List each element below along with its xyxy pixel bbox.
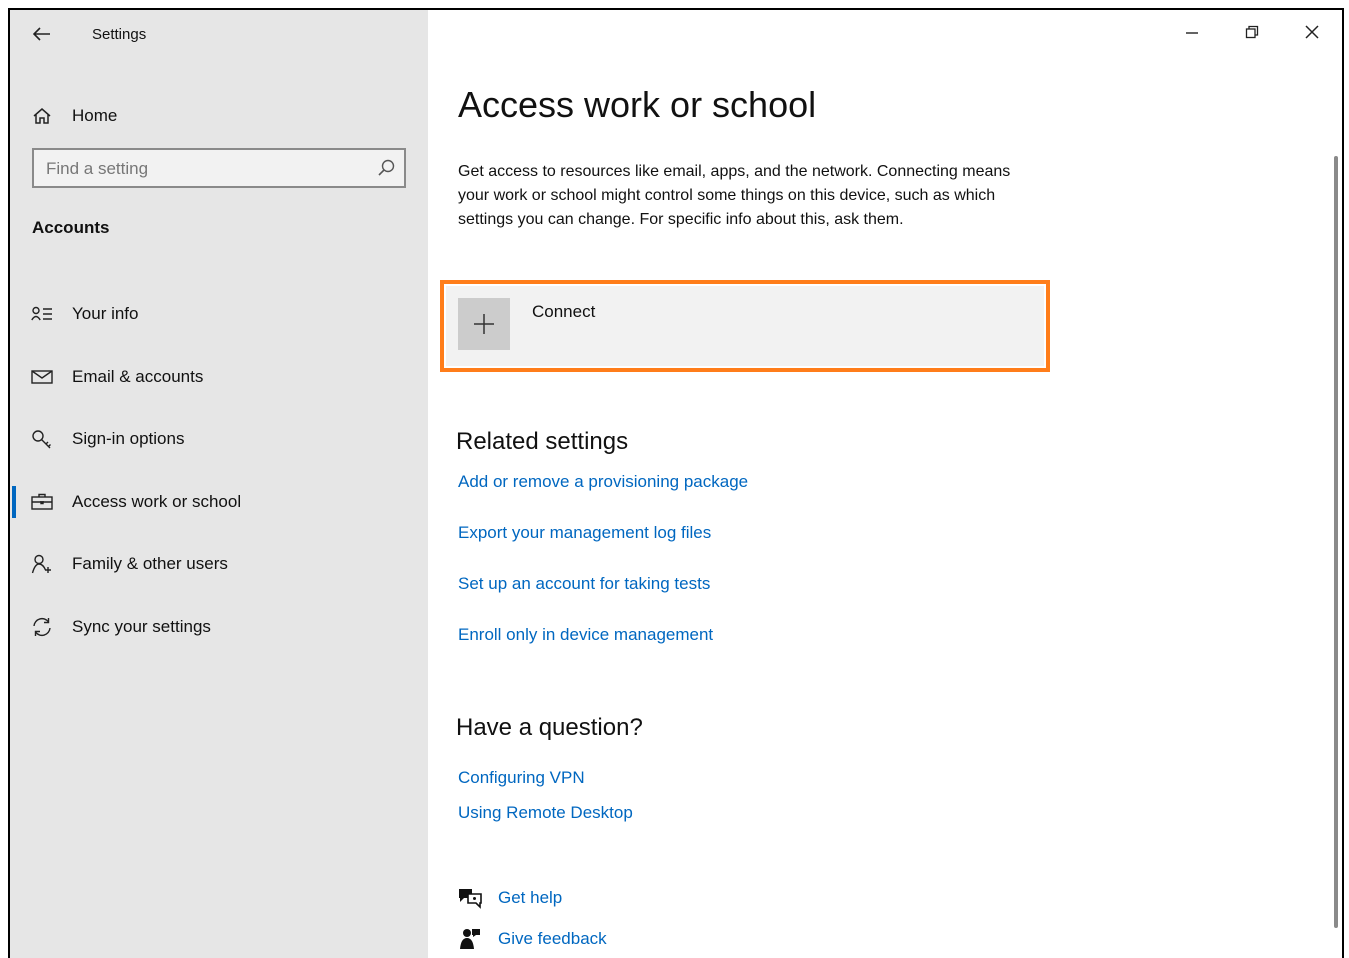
window-controls: [1162, 10, 1342, 58]
sidebar-item-label: Sign-in options: [72, 429, 185, 448]
sidebar-item-access-work-or-school[interactable]: Access work or school: [10, 480, 428, 524]
person-card-icon: [30, 304, 54, 324]
give-feedback-row[interactable]: Give feedback: [456, 925, 607, 953]
vertical-scrollbar[interactable]: [1334, 156, 1338, 928]
sidebar-item-label: Family & other users: [72, 554, 228, 573]
sidebar-item-family-other-users[interactable]: Family & other users: [10, 542, 428, 586]
briefcase-icon: [30, 492, 54, 512]
search-box: [32, 148, 406, 188]
back-button[interactable]: [28, 22, 56, 46]
link-configuring-vpn[interactable]: Configuring VPN: [458, 768, 585, 788]
sidebar-item-your-info[interactable]: Your info: [10, 292, 428, 336]
link-enroll-device-management[interactable]: Enroll only in device management: [458, 625, 713, 645]
main-content: Access work or school Get access to reso…: [428, 10, 1342, 958]
have-a-question-heading: Have a question?: [456, 714, 643, 741]
get-help-link: Get help: [498, 888, 563, 907]
page-description: Get access to resources like email, apps…: [458, 163, 1011, 228]
page-title: Access work or school: [458, 84, 817, 125]
sidebar-item-label: Email & accounts: [72, 367, 204, 386]
connect-label: Connect: [532, 302, 596, 321]
search-icon[interactable]: [376, 158, 396, 178]
search-input[interactable]: [34, 150, 378, 188]
settings-window: Settings Home Accounts: [8, 8, 1344, 958]
sync-icon: [30, 617, 54, 637]
sidebar-item-home[interactable]: Home: [10, 94, 428, 138]
restore-icon: [1245, 25, 1259, 39]
minimize-button[interactable]: [1162, 10, 1222, 54]
mail-icon: [30, 367, 54, 387]
sidebar-item-label: Home: [72, 106, 118, 125]
section-title: Accounts: [32, 218, 110, 237]
link-using-remote-desktop[interactable]: Using Remote Desktop: [458, 803, 633, 823]
back-arrow-icon: [33, 27, 50, 41]
app-title: Settings: [92, 26, 147, 43]
restore-button[interactable]: [1222, 10, 1282, 54]
person-add-icon: [30, 554, 54, 574]
sidebar-item-label: Access work or school: [72, 492, 242, 511]
give-feedback-link: Give feedback: [498, 929, 607, 948]
get-help-row[interactable]: Get help: [456, 884, 562, 912]
minimize-icon: [1186, 32, 1198, 34]
related-settings-heading: Related settings: [456, 428, 629, 455]
sidebar-item-label: Your info: [72, 304, 139, 323]
chat-help-icon: [456, 886, 484, 910]
sidebar-item-sync-your-settings[interactable]: Sync your settings: [10, 605, 428, 649]
key-icon: [30, 429, 54, 449]
sidebar-item-sign-in-options[interactable]: Sign-in options: [10, 417, 428, 461]
feedback-icon: [456, 927, 484, 951]
sidebar-item-label: Sync your settings: [72, 617, 211, 636]
link-export-management-logs[interactable]: Export your management log files: [458, 523, 711, 543]
link-setup-test-account[interactable]: Set up an account for taking tests: [458, 574, 710, 594]
home-icon: [30, 106, 54, 126]
link-provisioning-package[interactable]: Add or remove a provisioning package: [458, 472, 748, 492]
sidebar: Settings Home Accounts: [10, 10, 428, 958]
plus-icon: [458, 298, 510, 350]
sidebar-item-email-accounts[interactable]: Email & accounts: [10, 355, 428, 399]
close-icon: [1305, 25, 1319, 39]
connect-button[interactable]: Connect: [446, 286, 1044, 366]
close-button[interactable]: [1282, 10, 1342, 54]
